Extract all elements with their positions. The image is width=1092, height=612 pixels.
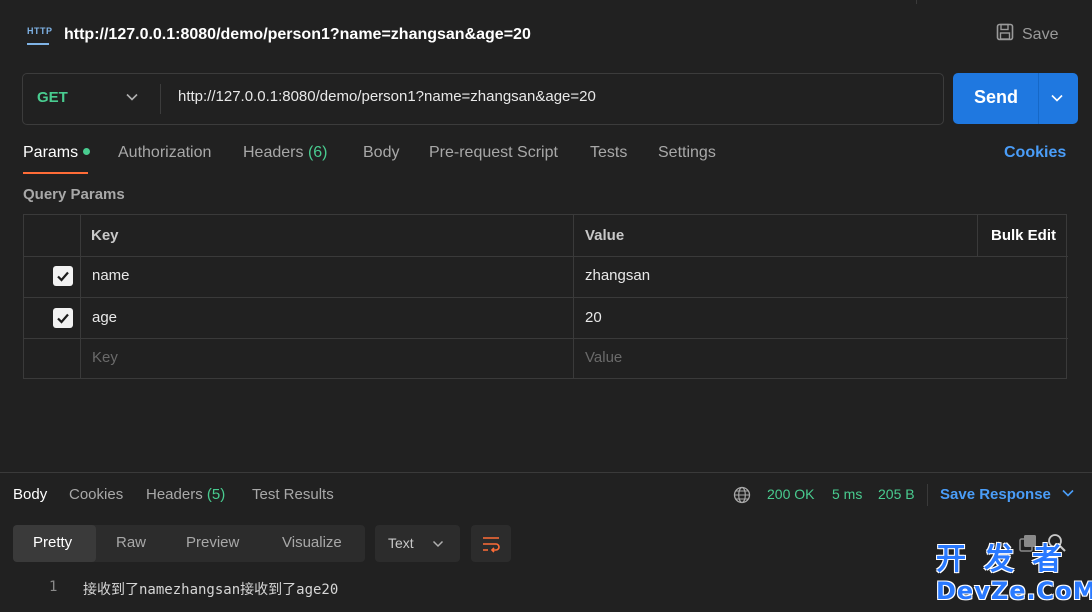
save-icon bbox=[996, 23, 1014, 46]
save-response-button[interactable]: Save Response bbox=[940, 486, 1075, 503]
param-key-cell[interactable]: name bbox=[92, 267, 130, 284]
chevron-down-icon bbox=[1062, 489, 1074, 497]
chevron-down-icon[interactable] bbox=[125, 90, 139, 108]
column-header-key: Key bbox=[91, 227, 119, 244]
top-divider bbox=[916, 0, 917, 4]
chevron-down-icon[interactable] bbox=[432, 537, 444, 554]
tab-tests[interactable]: Tests bbox=[590, 144, 627, 162]
active-tab-underline bbox=[23, 172, 88, 174]
new-value-input[interactable]: Value bbox=[585, 349, 622, 366]
response-body-text[interactable]: 接收到了namezhangsan接收到了age20 bbox=[83, 579, 338, 599]
tab-params[interactable]: Params bbox=[23, 144, 91, 162]
table-divider bbox=[977, 214, 978, 256]
url-input[interactable]: http://127.0.0.1:8080/demo/person1?name=… bbox=[178, 88, 596, 105]
send-options-chevron-icon[interactable] bbox=[1050, 91, 1064, 109]
response-tab-headers[interactable]: Headers (5) bbox=[146, 486, 225, 503]
view-raw[interactable]: Raw bbox=[116, 534, 146, 551]
wrap-lines-icon bbox=[483, 536, 500, 553]
column-header-value: Value bbox=[585, 227, 625, 244]
cookies-link[interactable]: Cookies bbox=[1004, 144, 1066, 162]
table-divider bbox=[23, 256, 1068, 257]
param-checkbox[interactable] bbox=[53, 308, 73, 328]
view-visualize[interactable]: Visualize bbox=[282, 534, 342, 551]
response-size[interactable]: 205 B bbox=[878, 486, 915, 502]
save-button[interactable]: Save bbox=[996, 23, 1058, 46]
param-value-cell[interactable]: 20 bbox=[585, 309, 602, 326]
param-checkbox[interactable] bbox=[53, 266, 73, 286]
tab-settings[interactable]: Settings bbox=[658, 144, 716, 162]
save-label: Save bbox=[1022, 25, 1059, 43]
watermark-logo: 开发者 DevZe.CoM bbox=[936, 542, 1092, 606]
request-title[interactable]: http://127.0.0.1:8080/demo/person1?name=… bbox=[64, 24, 531, 46]
response-tab-body[interactable]: Body bbox=[13, 486, 47, 503]
new-key-input[interactable]: Key bbox=[92, 349, 118, 366]
tab-authorization[interactable]: Authorization bbox=[118, 144, 211, 162]
status-divider bbox=[927, 484, 928, 506]
pane-divider bbox=[0, 472, 1092, 473]
check-icon bbox=[57, 313, 69, 324]
tab-body[interactable]: Body bbox=[363, 144, 399, 162]
method-select[interactable]: GET bbox=[37, 89, 68, 106]
response-time[interactable]: 5 ms bbox=[832, 486, 862, 502]
http-request-icon: HTTP bbox=[27, 25, 52, 45]
bulk-edit-button[interactable]: Bulk Edit bbox=[991, 227, 1056, 244]
globe-icon[interactable] bbox=[733, 486, 751, 508]
param-key-cell[interactable]: age bbox=[92, 309, 117, 326]
url-divider bbox=[160, 84, 161, 114]
param-value-cell[interactable]: zhangsan bbox=[585, 267, 650, 284]
headers-count: (6) bbox=[307, 144, 328, 161]
send-label[interactable]: Send bbox=[974, 87, 1018, 108]
view-pretty[interactable]: Pretty bbox=[33, 534, 72, 551]
response-headers-count: (5) bbox=[206, 486, 226, 503]
tab-pre-request-script[interactable]: Pre-request Script bbox=[429, 144, 558, 162]
response-tab-cookies[interactable]: Cookies bbox=[69, 486, 123, 503]
format-label[interactable]: Text bbox=[388, 535, 414, 551]
line-number: 1 bbox=[49, 579, 58, 595]
table-divider bbox=[573, 214, 574, 379]
wrap-lines-button[interactable] bbox=[471, 525, 511, 562]
tab-headers[interactable]: Headers (6) bbox=[243, 144, 328, 162]
response-tab-test-results[interactable]: Test Results bbox=[252, 486, 334, 503]
check-icon bbox=[57, 271, 69, 282]
params-indicator-dot bbox=[83, 148, 91, 155]
send-divider bbox=[1038, 73, 1039, 124]
view-preview[interactable]: Preview bbox=[186, 534, 239, 551]
table-divider bbox=[23, 338, 1068, 339]
table-divider bbox=[23, 297, 1068, 298]
status-code[interactable]: 200 OK bbox=[767, 486, 814, 502]
query-params-title: Query Params bbox=[23, 186, 125, 203]
table-divider bbox=[80, 214, 81, 379]
